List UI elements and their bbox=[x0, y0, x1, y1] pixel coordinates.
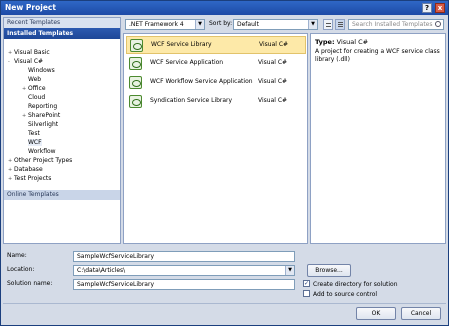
checkbox-checked-icon[interactable] bbox=[303, 279, 310, 288]
location-label: Location: bbox=[7, 266, 35, 273]
template-item[interactable]: Syndication Service Library Visual C# bbox=[126, 93, 306, 111]
source-control-checkbox[interactable]: Add to source control bbox=[303, 290, 377, 299]
tree-item-sharepoint[interactable]: + SharePoint bbox=[22, 111, 60, 120]
title-bar: New Project ? x bbox=[1, 1, 448, 15]
chevron-down-icon[interactable]: ▼ bbox=[308, 20, 317, 29]
template-description-panel: Type: Visual C# A project for creating a… bbox=[310, 33, 446, 244]
template-item[interactable]: WCF Workflow Service Application Visual … bbox=[126, 74, 306, 92]
sort-by-label: Sort by: bbox=[209, 20, 233, 27]
create-directory-checkbox[interactable]: Create directory for solution bbox=[303, 279, 398, 289]
solution-name-label: Solution name: bbox=[7, 280, 53, 287]
tree-item-other-project-types[interactable]: + Other Project Types bbox=[8, 156, 72, 165]
tab-installed-templates[interactable]: Installed Templates bbox=[4, 28, 120, 39]
template-list: WCF Service Library Visual C# WCF Servic… bbox=[123, 33, 308, 244]
close-button[interactable]: x bbox=[435, 3, 445, 13]
small-icons-view-button[interactable] bbox=[323, 19, 333, 30]
tab-online-templates[interactable]: Online Templates bbox=[4, 190, 120, 200]
framework-select[interactable]: .NET Framework 4 ▼ bbox=[125, 19, 205, 30]
tree-item-cloud[interactable]: Cloud bbox=[28, 93, 45, 102]
cancel-button[interactable]: Cancel bbox=[401, 307, 441, 320]
dialog-title: New Project bbox=[5, 3, 56, 12]
chevron-down-icon[interactable]: ▼ bbox=[285, 266, 294, 275]
search-icon[interactable] bbox=[435, 21, 441, 27]
template-categories-panel: Recent Templates Installed Templates + Vi… bbox=[3, 17, 121, 244]
dialog-body: Recent Templates Installed Templates + Vi… bbox=[1, 15, 448, 325]
solution-name-field[interactable]: SampleWcfServiceLibrary bbox=[73, 279, 295, 290]
chevron-down-icon[interactable]: ▼ bbox=[195, 20, 204, 29]
wcf-template-icon bbox=[130, 39, 143, 52]
help-button[interactable]: ? bbox=[422, 3, 432, 13]
name-field[interactable]: SampleWcfServiceLibrary bbox=[73, 251, 295, 262]
tree-item-windows[interactable]: Windows bbox=[28, 66, 55, 75]
template-item[interactable]: WCF Service Library Visual C# bbox=[126, 36, 306, 54]
wcf-template-icon bbox=[129, 57, 142, 70]
search-input[interactable]: Search Installed Templates bbox=[348, 19, 444, 30]
checkbox-icon[interactable] bbox=[303, 290, 310, 297]
tree-item-test-projects[interactable]: + Test Projects bbox=[8, 174, 51, 183]
tree-item-visual-basic[interactable]: + Visual Basic bbox=[8, 48, 50, 57]
template-toolbar: .NET Framework 4 ▼ Sort by: Default ▼ Se… bbox=[123, 17, 445, 31]
tree-item-visual-csharp[interactable]: - Visual C# bbox=[8, 57, 43, 66]
ok-button[interactable]: OK bbox=[356, 307, 396, 320]
template-type: Type: Visual C# bbox=[315, 38, 369, 46]
divider bbox=[3, 303, 446, 304]
template-description: A project for creating a WCF service cla… bbox=[315, 48, 440, 63]
tree-item-web[interactable]: Web bbox=[28, 75, 41, 84]
wcf-template-icon bbox=[129, 95, 142, 108]
tree-item-test[interactable]: Test bbox=[28, 129, 40, 138]
template-item[interactable]: WCF Service Application Visual C# bbox=[126, 55, 306, 73]
name-label: Name: bbox=[7, 252, 27, 259]
sort-select[interactable]: Default ▼ bbox=[233, 19, 318, 30]
tab-recent-templates[interactable]: Recent Templates bbox=[4, 18, 120, 28]
tree-item-wcf[interactable]: WCF bbox=[28, 138, 42, 147]
tree-item-database[interactable]: + Database bbox=[8, 165, 43, 174]
new-project-dialog: New Project ? x Recent Templates Install… bbox=[0, 0, 449, 326]
location-field[interactable]: C:\data\Articles\ ▼ bbox=[73, 265, 295, 276]
list-view-button[interactable] bbox=[335, 19, 345, 30]
tree-item-silverlight[interactable]: Silverlight bbox=[28, 120, 58, 129]
tree-item-office[interactable]: + Office bbox=[22, 84, 46, 93]
tree-item-workflow[interactable]: Workflow bbox=[28, 147, 56, 156]
browse-button[interactable]: Browse... bbox=[307, 264, 351, 277]
wcf-template-icon bbox=[129, 76, 142, 89]
tree-item-reporting[interactable]: Reporting bbox=[28, 102, 57, 111]
